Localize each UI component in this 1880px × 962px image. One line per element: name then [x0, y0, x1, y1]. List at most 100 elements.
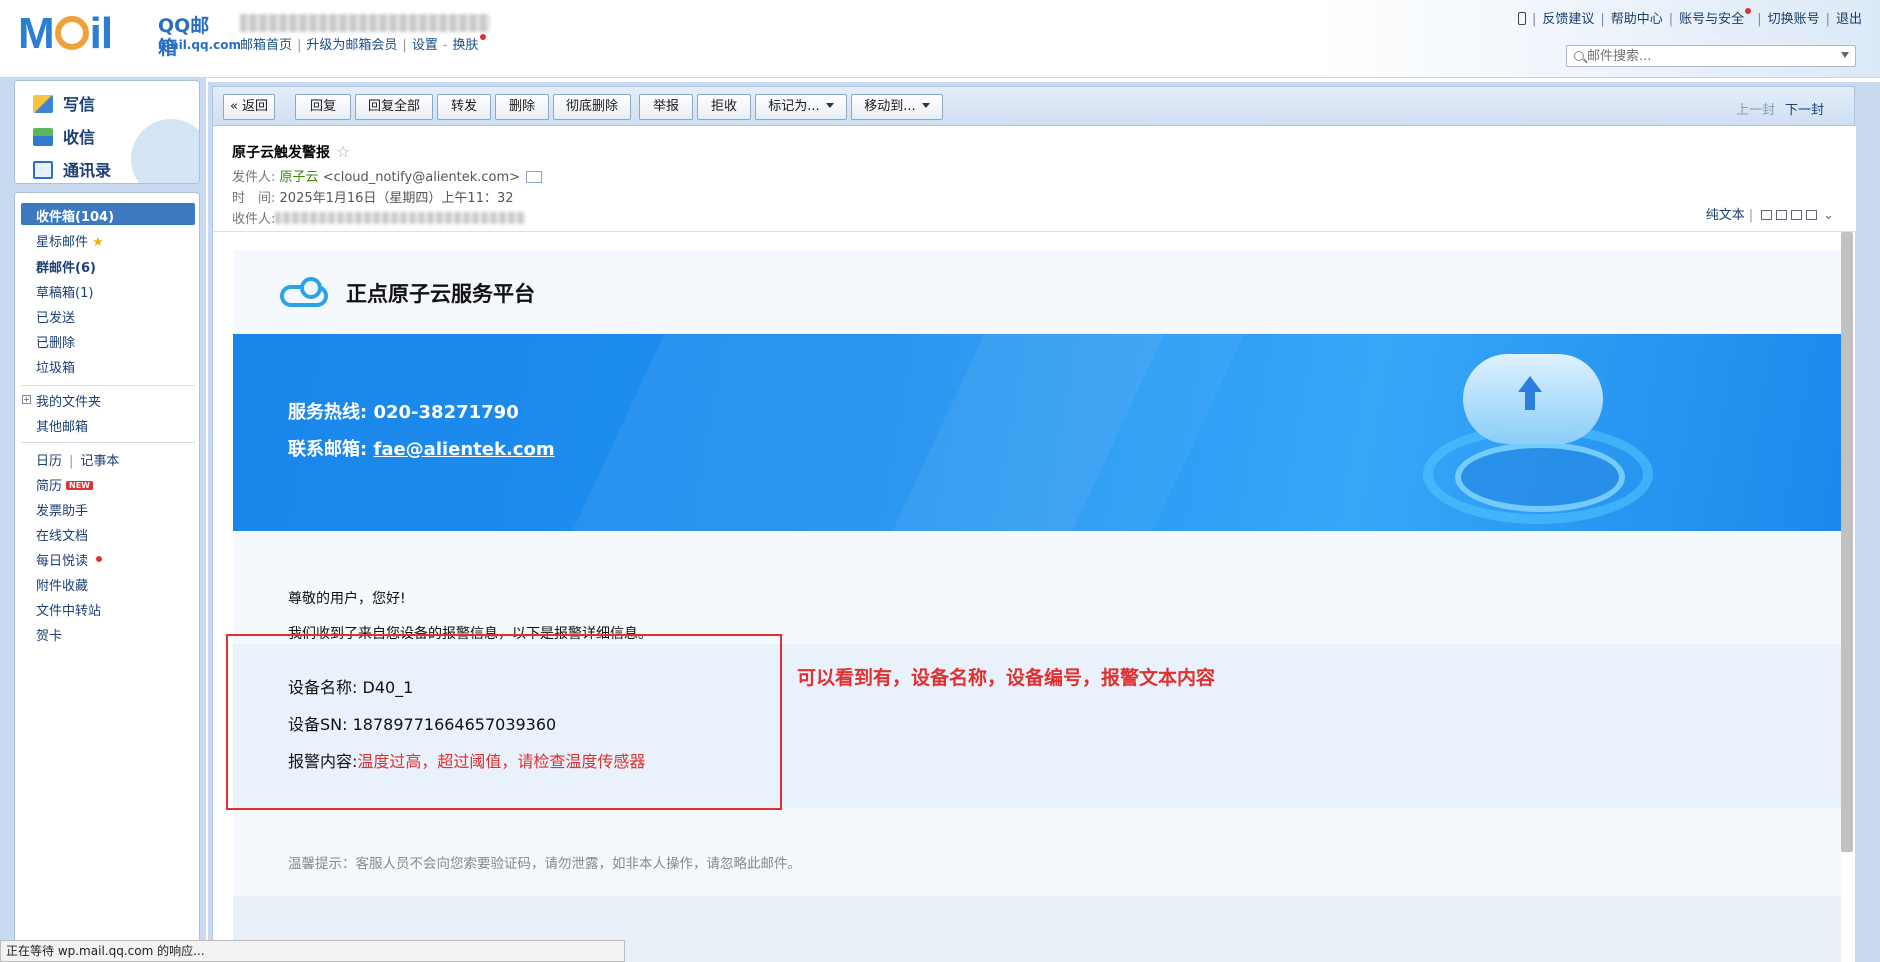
nav-skin[interactable]: 换肤: [453, 38, 479, 53]
daily-dot-icon: [96, 556, 103, 562]
sidebar-item-daily-reading[interactable]: 每日悦读: [36, 550, 103, 569]
compose-label: 写信: [63, 95, 96, 114]
sidebar-item-my-folders[interactable]: 我的文件夹: [36, 391, 101, 410]
print-icon[interactable]: [1806, 210, 1818, 220]
resume-label: 简历: [36, 479, 63, 494]
contacts-icon: [33, 161, 53, 179]
mail-toolbar: « 返回 回复 回复全部 转发 删除 彻底删除 举报 拒收 标记为... 移动到…: [212, 86, 1855, 126]
sidebar-item-group[interactable]: 群邮件(6): [36, 257, 96, 276]
vcard-icon[interactable]: [526, 171, 543, 183]
mail-logo-mark: Mil: [18, 9, 113, 58]
move-to-dropdown[interactable]: 移动到...: [851, 94, 943, 120]
sender-address[interactable]: <cloud_notify@alientek.com>: [323, 170, 520, 185]
mail-search-input[interactable]: [1587, 48, 1827, 64]
mail-reader: 原子云触发警报 ☆ 发件人: 原子云 <cloud_notify@alientek…: [212, 126, 1856, 962]
security-tip: 温馨提示：客服人员不会向您索要验证码，请勿泄露，如非本人操作，请忽略此邮件。: [288, 856, 801, 872]
recipient-redacted: [275, 212, 526, 224]
contact-email-line: 联系邮箱: fae@alientek.com: [288, 435, 555, 461]
qq-mail-logo[interactable]: Mil QQ邮箱 mail.qq.com: [18, 9, 241, 60]
sidebar-item-attachments[interactable]: 附件收藏: [36, 575, 88, 594]
mark-as-label: 标记为...: [768, 99, 820, 114]
more-chevron-icon[interactable]: ⌄: [1823, 208, 1834, 223]
nav-mail-home[interactable]: 邮箱首页: [240, 38, 292, 53]
sidebar-item-file-transfer[interactable]: 文件中转站: [36, 600, 101, 619]
scrollbar[interactable]: [1841, 232, 1853, 852]
sidebar-item-drafts[interactable]: 草稿箱(1): [36, 282, 93, 301]
mail-search-box[interactable]: [1566, 45, 1856, 67]
sidebar-item-online-docs[interactable]: 在线文档: [36, 525, 88, 544]
reject-button[interactable]: 拒收: [697, 94, 751, 120]
sidebar-item-deleted[interactable]: 已删除: [36, 332, 75, 351]
sidebar-item-starred[interactable]: 星标邮件 ★: [36, 231, 104, 250]
link-feedback[interactable]: 反馈建议: [1542, 12, 1594, 27]
save-icon[interactable]: [1791, 210, 1803, 220]
sidebar-item-invoice[interactable]: 发票助手: [36, 500, 88, 519]
contacts-label: 通讯录: [63, 161, 112, 180]
annotation-text: 可以看到有，设备名称，设备编号，报警文本内容: [797, 667, 1216, 689]
contact-email-link[interactable]: fae@alientek.com: [373, 439, 554, 460]
time-line: 时 间: 2025年1月16日（星期四）上午11：32: [232, 187, 514, 206]
sidebar-item-calendar[interactable]: 日历: [36, 454, 62, 469]
starred-label: 星标邮件: [36, 235, 89, 250]
sidebar-item-sent[interactable]: 已发送: [36, 307, 75, 326]
link-logout[interactable]: 退出: [1836, 12, 1862, 27]
link-switch-account[interactable]: 切换账号: [1768, 12, 1820, 27]
brand-name: QQ邮箱: [158, 15, 210, 59]
cloud-illustration: [1403, 334, 1673, 531]
compose-icon: [33, 95, 53, 113]
sidebar-item-other-mailbox[interactable]: 其他邮箱: [36, 416, 88, 435]
forward-button[interactable]: 转发: [437, 94, 491, 120]
sidebar-item-resume[interactable]: 简历 NEW: [36, 475, 93, 494]
star-toggle-icon[interactable]: ☆: [336, 142, 350, 161]
next-mail-link[interactable]: 下一封: [1785, 103, 1824, 118]
sidebar-item-cards[interactable]: 贺卡: [36, 625, 62, 644]
search-icon: [1574, 51, 1584, 61]
reply-button[interactable]: 回复: [295, 94, 351, 120]
sidebar-item-inbox-label[interactable]: 收件箱(104): [36, 206, 114, 225]
top-nav: 邮箱首页 | 升级为邮箱会员 | 设置 - 换肤: [240, 34, 486, 53]
nav-upgrade-vip[interactable]: 升级为邮箱会员: [306, 38, 397, 53]
sender-line: 发件人: 原子云 <cloud_notify@alientek.com>: [232, 166, 543, 185]
chevron-down-icon: [921, 103, 930, 108]
platform-title: 正点原子云服务平台: [346, 282, 535, 306]
expand-plus-icon[interactable]: +: [22, 395, 31, 404]
delete-button[interactable]: 删除: [495, 94, 549, 120]
cloud-logo-icon: [280, 277, 328, 307]
hotline-number: 020-38271790: [373, 402, 519, 423]
mail-subject: 原子云触发警报 ☆: [232, 142, 350, 162]
report-button[interactable]: 举报: [639, 94, 693, 120]
reply-all-button[interactable]: 回复全部: [355, 94, 433, 120]
sender-name[interactable]: 原子云: [280, 170, 319, 185]
notify-dot-icon: [479, 34, 486, 40]
compose-button[interactable]: 写信: [33, 91, 95, 115]
greeting-text: 尊敬的用户，您好!: [288, 591, 406, 607]
plain-text-link[interactable]: 纯文本: [1706, 208, 1745, 223]
mark-as-dropdown[interactable]: 标记为...: [755, 94, 847, 120]
top-links: | 反馈建议 | 帮助中心 | 账号与安全 | 切换账号 | 退出: [1517, 8, 1862, 27]
chevron-down-icon: [825, 103, 834, 108]
security-dot-icon: [1745, 8, 1752, 14]
recipient-line: 收件人:: [232, 208, 526, 227]
back-button[interactable]: « 返回: [223, 94, 275, 120]
sidebar-item-notes[interactable]: 记事本: [80, 454, 119, 469]
sidebar-divider: [21, 442, 195, 443]
highlight-annotation-box: [226, 634, 782, 810]
expand-icon[interactable]: [1776, 210, 1788, 220]
contacts-button[interactable]: 通讯录: [33, 157, 111, 181]
new-window-icon[interactable]: [1761, 210, 1773, 220]
from-label: 发件人:: [232, 170, 276, 185]
to-label: 收件人:: [232, 212, 276, 227]
link-account-security[interactable]: 账号与安全: [1679, 12, 1744, 27]
user-account-redacted: [240, 14, 490, 32]
prev-mail-link[interactable]: 上一封: [1736, 103, 1775, 118]
sidebar-divider: [21, 385, 195, 386]
link-help[interactable]: 帮助中心: [1611, 12, 1663, 27]
brand-site: mail.qq.com: [158, 38, 241, 52]
receive-button[interactable]: 收信: [33, 124, 95, 148]
sidebar-item-calendar-notes: 日历 | 记事本: [36, 454, 120, 469]
search-dropdown-icon[interactable]: [1841, 52, 1849, 58]
purge-button[interactable]: 彻底删除: [553, 94, 631, 120]
phone-icon[interactable]: [1517, 12, 1526, 25]
sidebar-item-spam[interactable]: 垃圾箱: [36, 357, 75, 376]
nav-settings[interactable]: 设置: [412, 38, 438, 53]
